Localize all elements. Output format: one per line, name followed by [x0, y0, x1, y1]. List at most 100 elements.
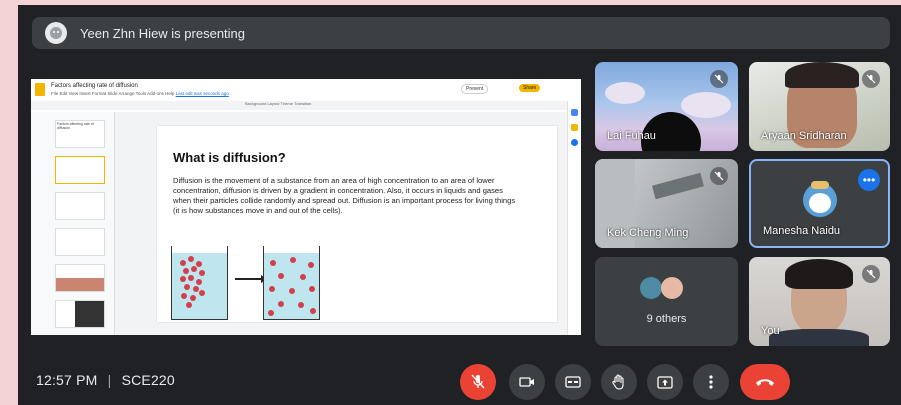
- mic-toggle-button[interactable]: [460, 364, 496, 400]
- participant-hair: [785, 62, 859, 88]
- slide-title: What is diffusion?: [173, 150, 286, 165]
- participant-hair: [785, 259, 853, 289]
- meeting-details: 12:57 PM | SCE220: [36, 372, 175, 388]
- self-tile[interactable]: You: [749, 257, 890, 346]
- slides-toolbar-text: Background Layout Theme Transition: [245, 101, 312, 106]
- others-count: 9 others: [646, 313, 687, 325]
- camera-toggle-button[interactable]: [509, 364, 545, 400]
- participant-name: Lai Fuhau: [607, 130, 656, 142]
- particle: [180, 260, 186, 266]
- particle: [190, 295, 196, 301]
- particle: [300, 274, 306, 280]
- others-tile[interactable]: 9 others: [595, 257, 738, 346]
- mic-off-icon: [862, 265, 880, 283]
- particle: [186, 302, 192, 308]
- particle: [191, 266, 197, 272]
- captions-icon: [565, 376, 581, 388]
- slide-thumb-6: [55, 300, 105, 328]
- participant-name: Manesha Naidu: [763, 225, 841, 237]
- slide-thumb-3: [55, 192, 105, 220]
- particle: [268, 310, 274, 316]
- beaker-low-concentration: [263, 246, 320, 320]
- more-vert-icon: [709, 375, 713, 389]
- slides-titlebar: Factors affecting rate of diffusion File…: [31, 79, 581, 99]
- more-options-icon[interactable]: •••: [858, 169, 880, 191]
- tasks-icon: [571, 139, 578, 146]
- calendar-icon: [571, 109, 578, 116]
- mic-off-icon: [862, 70, 880, 88]
- presenter-avatar: [45, 22, 67, 44]
- participant-name: Kek Cheng Ming: [607, 227, 689, 239]
- separator: |: [107, 372, 112, 388]
- meet-window: Yeen Zhn Hiew is presenting Factors affe…: [18, 5, 901, 405]
- particle: [183, 268, 189, 274]
- particle: [310, 308, 316, 314]
- arrow-icon: [235, 275, 267, 283]
- raise-hand-button[interactable]: [601, 364, 637, 400]
- slide-thumb-title: Factors affecting rate of diffusion: [57, 122, 94, 130]
- presenting-text: Yeen Zhn Hiew is presenting: [80, 25, 246, 41]
- cloud: [605, 82, 645, 104]
- hand-icon: [612, 374, 624, 390]
- slide-thumb-2: [55, 156, 105, 184]
- background-object: [652, 172, 704, 200]
- leave-call-button[interactable]: [740, 364, 790, 400]
- participant-tile-1[interactable]: Lai Fuhau: [595, 62, 738, 151]
- meeting-code: SCE220: [121, 372, 175, 388]
- avatar: [661, 277, 683, 299]
- mic-off-icon: [471, 374, 485, 389]
- participant-shirt: [769, 329, 869, 346]
- clock-time: 12:57 PM: [36, 372, 98, 388]
- particle: [308, 262, 314, 268]
- captions-button[interactable]: [555, 364, 591, 400]
- particle: [199, 290, 205, 296]
- avatar-face: [809, 193, 831, 213]
- particle: [188, 275, 194, 281]
- participant-name: You: [761, 325, 780, 337]
- call-end-icon: [756, 379, 774, 386]
- particle: [188, 256, 194, 262]
- avatar: [640, 277, 662, 299]
- slide-thumb-1: Factors affecting rate of diffusion: [55, 120, 105, 148]
- slide-body: Diffusion is the movement of a substance…: [173, 176, 516, 215]
- present-button: Present: [461, 84, 489, 94]
- shared-screen: Factors affecting rate of diffusion File…: [31, 79, 581, 335]
- more-options-button[interactable]: [693, 364, 729, 400]
- participant-tile-3[interactable]: Kek Cheng Ming: [595, 159, 738, 248]
- beaker-high-concentration: [171, 246, 228, 320]
- particle: [270, 260, 276, 266]
- particle: [196, 261, 202, 267]
- present-icon: [657, 375, 673, 389]
- avatar-hat: [811, 181, 829, 189]
- particle: [193, 286, 199, 292]
- slide-thumb-4: [55, 228, 105, 256]
- camera-off-icon: [519, 377, 534, 387]
- keep-icon: [571, 124, 578, 131]
- slides-toolbar: Background Layout Theme Transition: [31, 101, 567, 110]
- particle: [278, 273, 284, 279]
- slides-filmstrip: Factors affecting rate of diffusion: [31, 112, 115, 335]
- mic-off-icon: [710, 70, 728, 88]
- particle: [290, 257, 296, 263]
- presenting-bar: Yeen Zhn Hiew is presenting: [32, 17, 890, 49]
- slide-thumb-5: [55, 264, 105, 292]
- cloud: [681, 92, 731, 118]
- avatar: [803, 181, 837, 217]
- slides-side-panel: [567, 101, 581, 335]
- particle: [181, 293, 187, 299]
- particle: [309, 286, 315, 292]
- particle: [298, 302, 304, 308]
- present-now-button[interactable]: [647, 364, 683, 400]
- particle: [180, 276, 186, 282]
- particle: [199, 270, 205, 276]
- particle: [196, 279, 202, 285]
- slides-doc-icon: [35, 82, 45, 96]
- participant-tile-2[interactable]: Aryaan Sridharan: [749, 62, 890, 151]
- mic-off-icon: [710, 167, 728, 185]
- slides-menu: File Edit View Insert Format Slide Arran…: [51, 90, 175, 96]
- particle: [278, 301, 284, 307]
- last-edit-link: Last edit was seconds ago: [175, 90, 229, 96]
- participant-tile-4-active[interactable]: ••• Manesha Naidu: [749, 159, 890, 248]
- share-button: Share: [519, 84, 541, 92]
- particle: [289, 288, 295, 294]
